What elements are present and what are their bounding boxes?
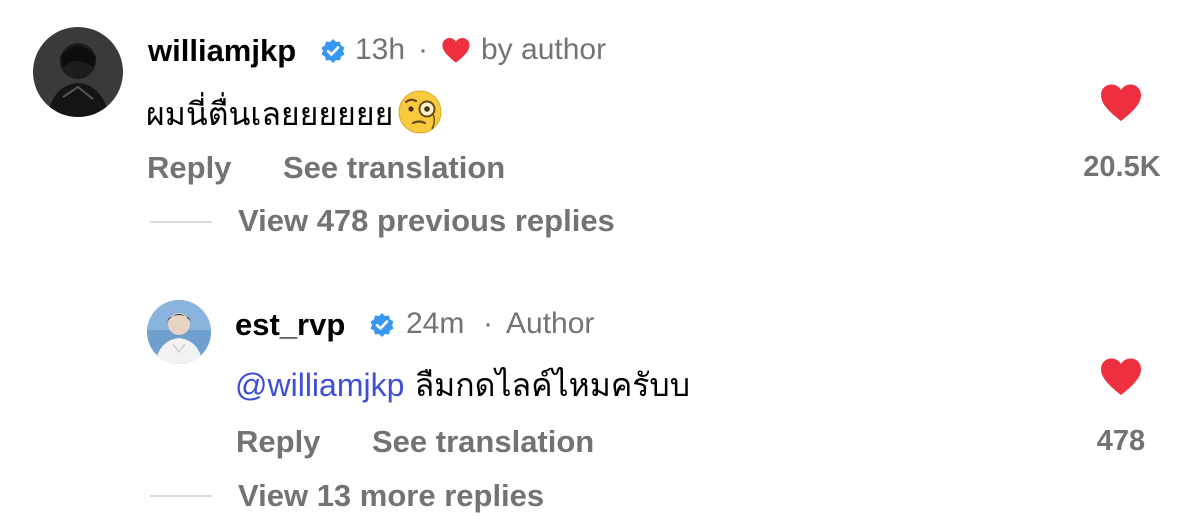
- avatar[interactable]: [147, 300, 211, 364]
- like-heart-icon[interactable]: [1099, 83, 1143, 123]
- see-translation-button[interactable]: See translation: [372, 426, 594, 457]
- view-more-replies-button[interactable]: View 13 more replies: [238, 480, 544, 511]
- liked-by-author-heart-icon: [442, 38, 470, 63]
- timestamp: 24m: [406, 307, 465, 340]
- mention-link[interactable]: @williamjkp: [235, 367, 404, 403]
- like-count: 20.5K: [1083, 151, 1161, 183]
- verified-badge-icon: [370, 313, 394, 337]
- thread-divider: [150, 495, 212, 497]
- avatar[interactable]: [33, 27, 123, 117]
- separator-dot: ·: [418, 33, 428, 66]
- see-translation-button[interactable]: See translation: [283, 152, 505, 183]
- reply-button[interactable]: Reply: [236, 426, 320, 457]
- username[interactable]: est_rvp: [235, 309, 345, 340]
- comment-body: ลืมกดไลค์ไหมครับบ: [414, 366, 691, 404]
- verified-badge-icon: [321, 39, 345, 63]
- like-heart-icon[interactable]: [1099, 357, 1143, 397]
- author-label: Author: [506, 307, 595, 340]
- thread-divider: [150, 221, 212, 223]
- view-previous-replies-button[interactable]: View 478 previous replies: [238, 205, 615, 236]
- comment-text: @williamjkp ลืมกดไลค์ไหมครับบ: [235, 369, 690, 401]
- comment-body: ผมนี่ตื่นเลยยยยยย: [146, 95, 394, 133]
- liked-by-author-label: by author: [481, 33, 607, 66]
- username[interactable]: williamjkp: [148, 35, 296, 66]
- face-with-monocle-icon: [398, 90, 442, 134]
- reply-button[interactable]: Reply: [147, 152, 231, 183]
- timestamp: 13h: [355, 33, 406, 66]
- comment-text: ผมนี่ตื่นเลยยยยยย: [146, 90, 443, 139]
- like-count: 478: [1096, 425, 1146, 457]
- separator-dot: ·: [483, 307, 493, 340]
